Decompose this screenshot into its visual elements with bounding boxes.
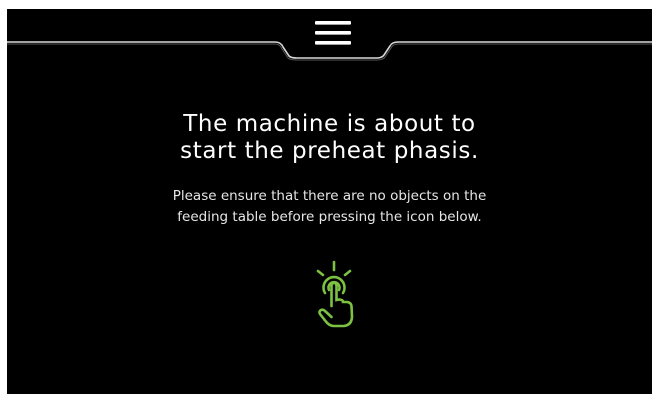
instruction-text: Please ensure that there are no objects … [7, 186, 652, 228]
title-line-1: The machine is about to [183, 111, 476, 137]
preheat-confirmation-screen: The machine is about to start the prehea… [7, 9, 652, 394]
instruction-line-2: feeding table before pressing the icon b… [177, 209, 482, 225]
page-title: The machine is about to start the prehea… [7, 111, 652, 165]
top-bar [7, 9, 652, 69]
start-preheat-button[interactable] [301, 259, 367, 331]
hamburger-menu-icon [315, 21, 351, 45]
menu-button[interactable] [309, 15, 357, 51]
title-line-2: start the preheat phasis. [180, 138, 479, 164]
tap-finger-icon [316, 260, 354, 328]
instruction-line-1: Please ensure that there are no objects … [172, 188, 487, 204]
